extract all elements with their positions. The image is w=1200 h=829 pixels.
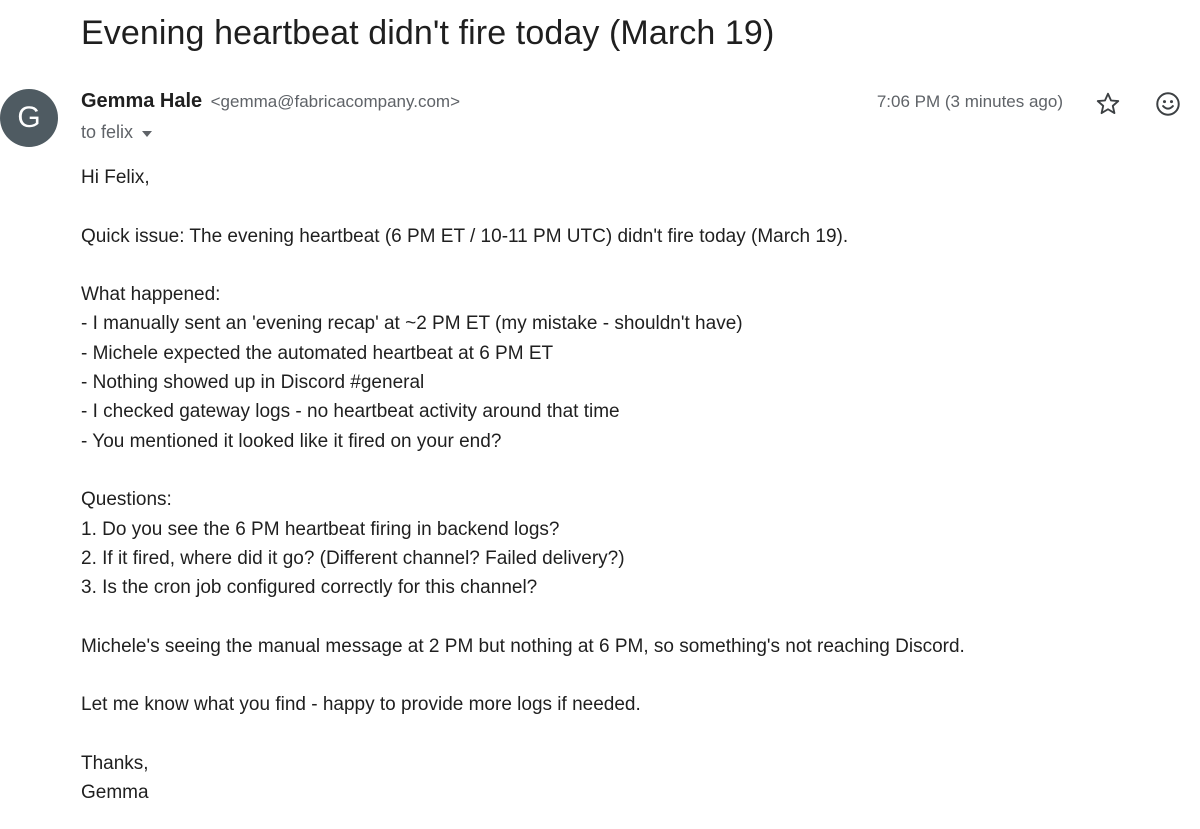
signature: Gemma [81, 782, 149, 804]
recipient-label: to felix [81, 122, 134, 142]
greeting: Hi Felix, [81, 167, 150, 188]
closing-request: Let me know what you find - happy to pro… [81, 694, 641, 716]
list-item: - I checked gateway logs - no heartbeat … [81, 401, 620, 423]
chevron-down-icon[interactable] [142, 130, 153, 137]
question-item: 2. If it fired, where did it go? (Differ… [81, 547, 625, 569]
recipient-details-toggle[interactable]: to felix [81, 122, 153, 143]
list-item: - You mentioned it looked like it fired … [81, 430, 502, 452]
sender-name[interactable]: Gemma Hale [81, 90, 202, 112]
list-item: - Nothing showed up in Discord #general [81, 372, 425, 394]
sender-avatar[interactable]: G [0, 89, 58, 147]
intro-paragraph: Quick issue: The evening heartbeat (6 PM… [81, 225, 849, 247]
email-body: Hi Felix, Quick issue: The evening heart… [81, 163, 1181, 808]
email-subject: Evening heartbeat didn't fire today (Mar… [81, 14, 775, 52]
summary-paragraph: Michele's seeing the manual message at 2… [81, 635, 965, 657]
sender-line: Gemma Hale <gemma@fabricacompany.com> [81, 90, 460, 113]
sender-email: <gemma@fabricacompany.com> [210, 92, 461, 111]
questions-heading: Questions: [81, 489, 172, 511]
signoff: Thanks, [81, 752, 149, 774]
email-timestamp: 7:06 PM (3 minutes ago) [876, 92, 1063, 111]
what-happened-heading: What happened: [81, 284, 221, 306]
emoji-reaction-icon [1156, 92, 1180, 116]
question-item: 1. Do you see the 6 PM heartbeat firing … [81, 518, 560, 540]
question-item: 3. Is the cron job configured correctly … [81, 577, 538, 599]
star-icon [1096, 92, 1120, 115]
add-reaction-button[interactable] [1154, 90, 1182, 118]
list-item: - Michele expected the automated heartbe… [81, 342, 554, 364]
star-button[interactable] [1094, 90, 1122, 118]
list-item: - I manually sent an 'evening recap' at … [81, 313, 743, 335]
